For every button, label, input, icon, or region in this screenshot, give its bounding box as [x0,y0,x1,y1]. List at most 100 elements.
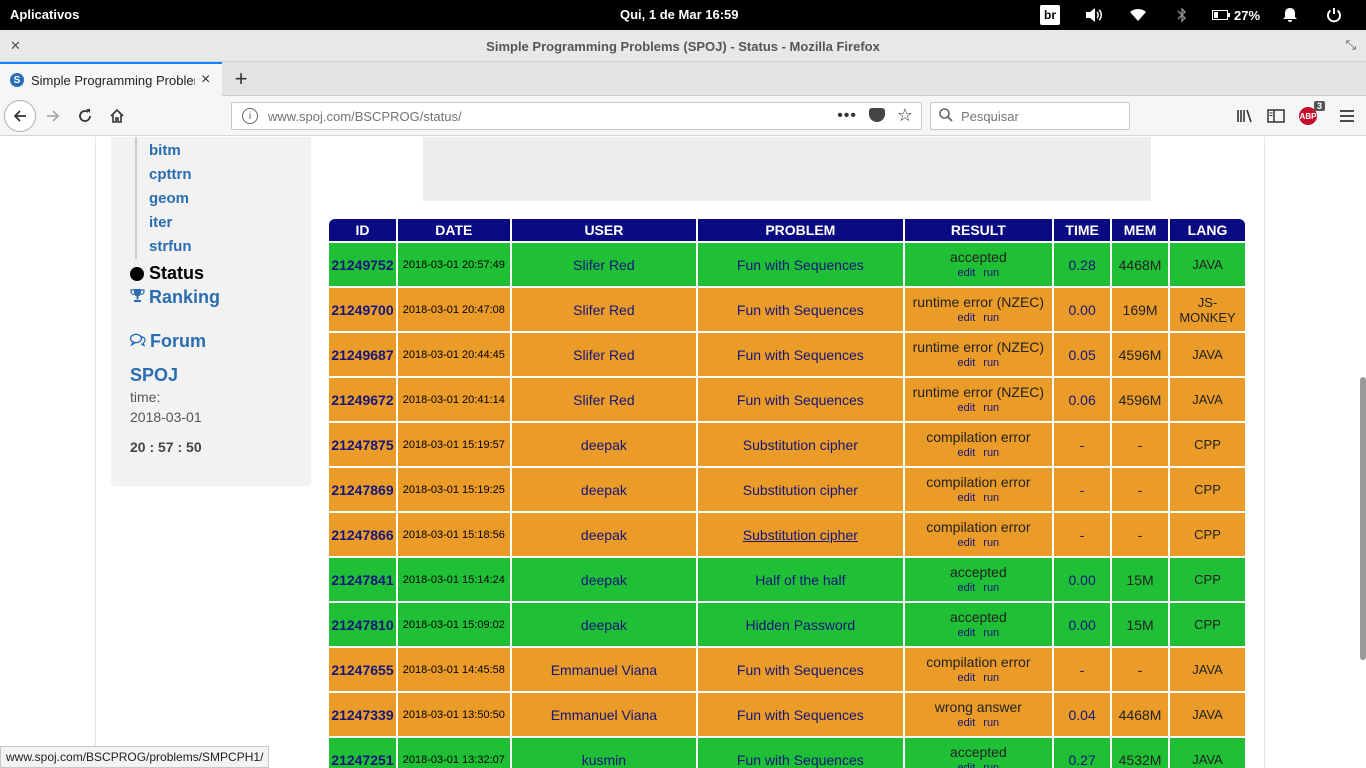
user-link[interactable]: kusmin [511,738,697,768]
edit-link[interactable]: edit [958,357,976,369]
forward-arrow-icon[interactable] [38,101,68,131]
user-link[interactable]: Emmanuel Viana [511,648,697,691]
battery-indicator[interactable]: 27% [1204,0,1268,30]
tab-close-icon[interactable]: × [201,71,210,89]
problem-link[interactable]: Hidden Password [698,603,903,646]
home-icon[interactable] [102,101,132,131]
run-link[interactable]: run [983,762,999,768]
wifi-icon[interactable] [1116,0,1160,30]
reload-icon[interactable] [70,101,100,131]
run-link[interactable]: run [983,717,999,729]
navigation-toolbar: i www.spoj.com/BSCPROG/status/ ••• ☆ Pes… [0,96,1366,136]
problem-link[interactable]: Fun with Sequences [698,648,903,691]
problem-link[interactable]: Fun with Sequences [698,378,903,421]
problem-link[interactable]: Fun with Sequences [698,243,903,286]
submission-id-link[interactable]: 21249752 [329,243,396,286]
more-dots-icon[interactable]: ••• [837,107,857,125]
edit-link[interactable]: edit [958,582,976,594]
submission-id-link[interactable]: 21247655 [329,648,396,691]
bell-icon[interactable] [1268,0,1312,30]
sidebar-icon[interactable] [1261,101,1291,131]
problem-link[interactable]: Fun with Sequences [698,693,903,736]
user-link[interactable]: Slifer Red [511,378,697,421]
search-input[interactable]: Pesquisar [930,102,1130,130]
run-link[interactable]: run [983,492,999,504]
user-link[interactable]: deepak [511,423,697,466]
page-scrollbar[interactable] [1360,377,1366,660]
run-link[interactable]: run [983,537,999,549]
submission-id-link[interactable]: 21247810 [329,603,396,646]
run-link[interactable]: run [983,357,999,369]
submission-id-link[interactable]: 21249700 [329,288,396,331]
run-link[interactable]: run [983,267,999,279]
sidebar-item-forum[interactable]: Forum [129,331,206,352]
result-cell: compilation error edit run [904,468,1053,511]
submission-id-link[interactable]: 21249672 [329,378,396,421]
problem-link[interactable]: Substitution cipher [698,468,903,511]
library-icon[interactable] [1230,101,1260,131]
user-link[interactable]: deepak [511,468,697,511]
submission-id-link[interactable]: 21247339 [329,693,396,736]
user-link[interactable]: Emmanuel Viana [511,693,697,736]
sidebar-item-ranking[interactable]: Ranking [130,287,220,308]
submission-id-link[interactable]: 21247841 [329,558,396,601]
user-link[interactable]: deepak [511,558,697,601]
star-icon[interactable]: ☆ [897,105,913,126]
edit-link[interactable]: edit [958,627,976,639]
user-link[interactable]: deepak [511,513,697,556]
volume-icon[interactable] [1072,0,1116,30]
link-status-bar: www.spoj.com/BSCPROG/problems/SMPCPH1/ [0,746,270,768]
address-bar[interactable]: i www.spoj.com/BSCPROG/status/ ••• ☆ [231,102,922,130]
edit-link[interactable]: edit [958,537,976,549]
edit-link[interactable]: edit [958,267,976,279]
submission-id-link[interactable]: 21247866 [329,513,396,556]
sidebar-item-bitm[interactable]: bitm [149,142,181,159]
submission-id-link[interactable]: 21247251 [329,738,396,768]
run-link[interactable]: run [983,447,999,459]
menu-icon[interactable] [1332,101,1362,131]
window-restore-icon[interactable]: ⤡ [1346,37,1356,53]
problem-link[interactable]: Fun with Sequences [698,333,903,376]
submission-id-link[interactable]: 21247875 [329,423,396,466]
edit-link[interactable]: edit [958,672,976,684]
edit-link[interactable]: edit [958,312,976,324]
problem-link[interactable]: Half of the half [698,558,903,601]
sidebar-item-cpttrn[interactable]: cpttrn [149,166,192,183]
browser-tab[interactable]: S Simple Programming Problem × [0,62,222,96]
run-link[interactable]: run [983,582,999,594]
sidebar-item-geom[interactable]: geom [149,190,189,207]
adblock-extension[interactable]: ABP 3 [1293,101,1325,131]
user-link[interactable]: deepak [511,603,697,646]
info-icon[interactable]: i [242,108,258,124]
user-link[interactable]: Slifer Red [511,333,697,376]
bluetooth-icon[interactable] [1160,0,1204,30]
applications-menu[interactable]: Aplicativos [10,7,79,22]
spoj-section-title[interactable]: SPOJ [130,365,178,386]
run-link[interactable]: run [983,672,999,684]
problem-link[interactable]: Fun with Sequences [698,738,903,768]
run-link[interactable]: run [983,627,999,639]
pocket-icon[interactable] [869,108,885,122]
edit-link[interactable]: edit [958,762,976,768]
user-link[interactable]: Slifer Red [511,243,697,286]
problem-link[interactable]: Substitution cipher [698,423,903,466]
run-link[interactable]: run [983,312,999,324]
run-link[interactable]: run [983,402,999,414]
sidebar-item-strfun[interactable]: strfun [149,238,192,255]
sidebar-item-iter[interactable]: iter [149,214,172,231]
submission-id-link[interactable]: 21247869 [329,468,396,511]
sidebar-item-status[interactable]: Status [130,263,204,284]
edit-link[interactable]: edit [958,447,976,459]
back-arrow-icon[interactable] [4,100,36,132]
user-link[interactable]: Slifer Red [511,288,697,331]
keyboard-layout[interactable]: br [1028,0,1072,30]
problem-link[interactable]: Fun with Sequences [698,288,903,331]
submission-id-link[interactable]: 21249687 [329,333,396,376]
system-clock[interactable]: Qui, 1 de Mar 16:59 [620,7,739,22]
power-icon[interactable] [1312,0,1356,30]
new-tab-icon[interactable]: + [228,66,254,92]
edit-link[interactable]: edit [958,402,976,414]
edit-link[interactable]: edit [958,492,976,504]
edit-link[interactable]: edit [958,717,976,729]
problem-link[interactable]: Substitution cipher [698,513,903,556]
